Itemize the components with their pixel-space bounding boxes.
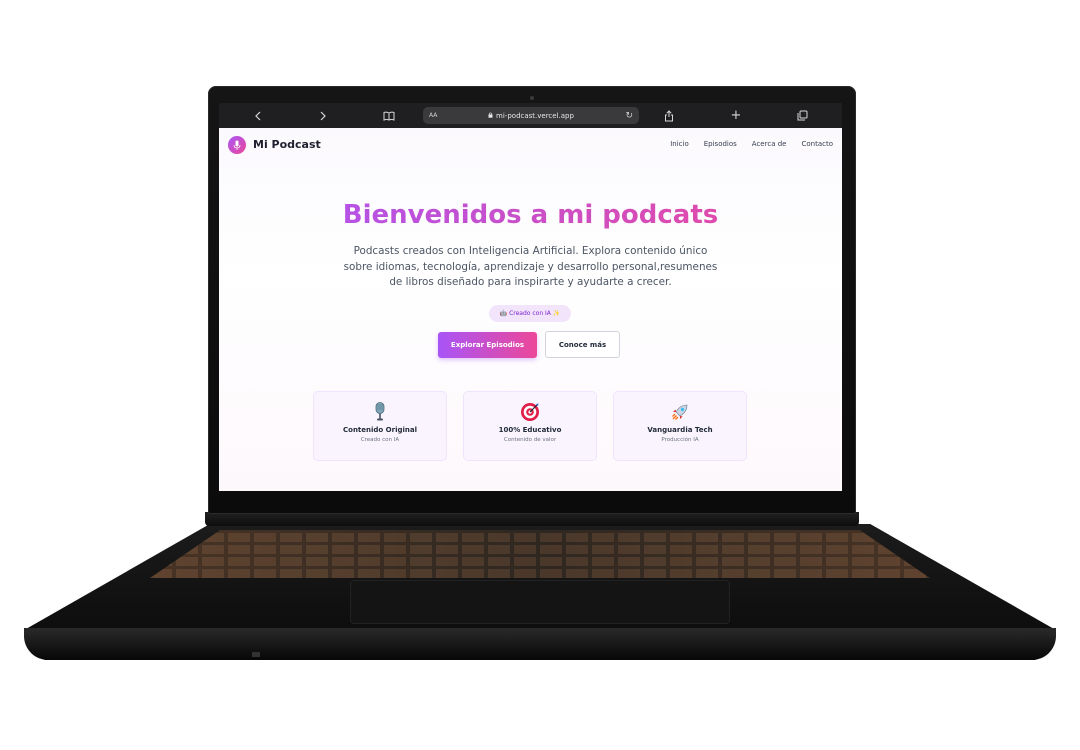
laptop-port [252, 652, 260, 657]
laptop-touchpad [350, 580, 730, 624]
target-icon [464, 402, 596, 422]
nav-link-acerca[interactable]: Acerca de [752, 140, 787, 148]
top-nav: Mi Podcast Inicio Episodios Acerca de Co… [219, 128, 842, 162]
rocket-icon [614, 402, 746, 422]
nav-links: Inicio Episodios Acerca de Contacto [670, 140, 833, 148]
browser-toolbar: AA mi-podcast.vercel.app ↻ + [219, 103, 842, 128]
feature-subtitle: Producción IA [661, 437, 699, 443]
feature-card-vanguardia: Vanguardia Tech Producción IA [613, 391, 747, 461]
back-icon[interactable] [249, 107, 267, 124]
feature-card-educativo: 100% Educativo Contenido de valor [463, 391, 597, 461]
nav-link-contacto[interactable]: Contacto [801, 140, 833, 148]
feature-title: Contenido Original [343, 426, 417, 434]
webcam [530, 96, 534, 100]
new-tab-icon[interactable]: + [727, 107, 745, 124]
keyboard-backlight [150, 530, 930, 578]
url-text: mi-podcast.vercel.app [496, 111, 574, 120]
hero-subtitle: Podcasts creados con Inteligencia Artifi… [339, 244, 722, 291]
laptop-front-edge [24, 628, 1056, 660]
reload-icon[interactable]: ↻ [625, 111, 633, 121]
forward-icon[interactable] [314, 107, 332, 124]
feature-title: 100% Educativo [498, 426, 562, 434]
laptop-screen: AA mi-podcast.vercel.app ↻ + Mi Podcast … [219, 103, 842, 491]
explore-episodes-button[interactable]: Explorar Episodios [438, 332, 537, 358]
hero-subtitle-line: sobre idiomas, tecnología, aprendizaje y… [343, 260, 718, 273]
feature-subtitle: Contenido de valor [503, 437, 557, 443]
reader-aa-button[interactable]: AA [429, 112, 437, 119]
microphone-icon [314, 402, 446, 422]
hero-subtitle-line: de libros diseñado para inspirarte y ayu… [389, 276, 672, 288]
feature-title: Vanguardia Tech [647, 426, 713, 434]
hero-subtitle-line: Podcasts creados con Inteligencia Artifi… [353, 245, 708, 257]
podcast-page: Mi Podcast Inicio Episodios Acerca de Co… [219, 128, 842, 491]
microphone-logo-icon[interactable] [228, 136, 246, 154]
bookmarks-icon[interactable] [380, 107, 398, 124]
nav-link-episodios[interactable]: Episodios [704, 140, 737, 148]
lock-icon [488, 111, 493, 120]
hero-title: Bienvenidos a mi podcats [219, 200, 842, 230]
feature-subtitle: Creado con IA [360, 437, 400, 443]
site-logo-text[interactable]: Mi Podcast [253, 138, 321, 151]
learn-more-button[interactable]: Conoce más [545, 331, 620, 358]
share-icon[interactable] [660, 107, 678, 124]
laptop-hinge [205, 512, 859, 526]
ai-badge-label: 🤖 Creado con IA ✨ [499, 310, 561, 317]
tabs-overview-icon[interactable] [793, 107, 811, 124]
address-bar[interactable]: AA mi-podcast.vercel.app ↻ [423, 107, 639, 124]
nav-link-inicio[interactable]: Inicio [670, 140, 689, 148]
ai-badge: 🤖 Creado con IA ✨ [489, 305, 571, 322]
feature-card-original: Contenido Original Creado con IA [313, 391, 447, 461]
